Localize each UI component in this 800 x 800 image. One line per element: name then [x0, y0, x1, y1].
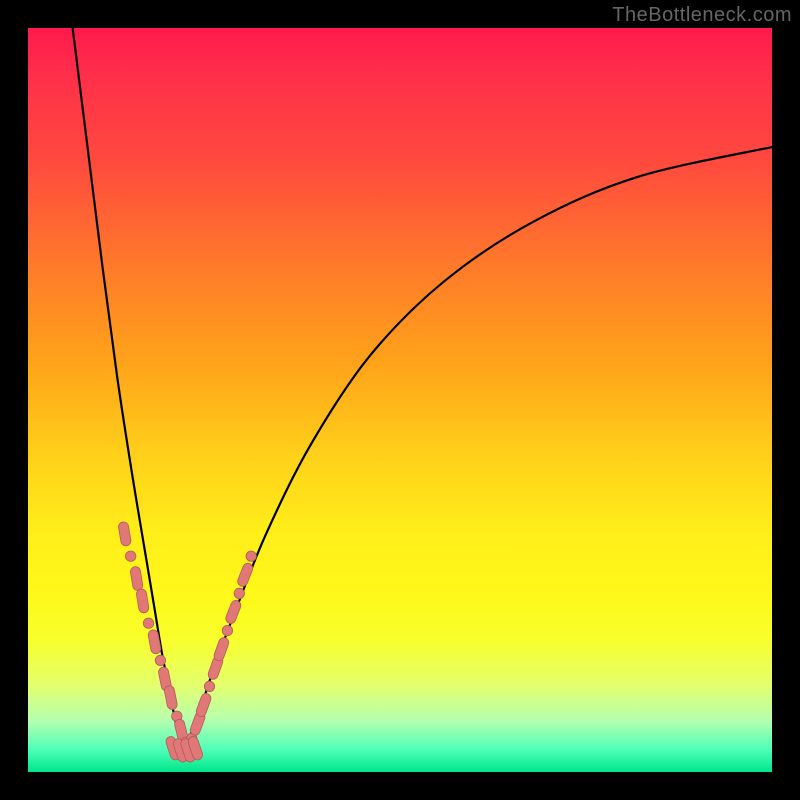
- bead-dot: [234, 588, 244, 598]
- beads-left-group: [118, 521, 191, 747]
- chart-frame: TheBottleneck.com: [0, 0, 800, 800]
- bead-dot: [204, 681, 214, 691]
- chart-svg: [28, 28, 772, 772]
- bead-pill: [236, 562, 254, 588]
- beads-bottom-group: [165, 735, 204, 763]
- bead-pill: [164, 685, 179, 710]
- left-curve: [73, 28, 185, 750]
- beads-right-group: [187, 551, 257, 744]
- watermark-text: TheBottleneck.com: [612, 4, 792, 27]
- bead-pill: [195, 692, 213, 718]
- bead-pill: [213, 636, 231, 662]
- bead-dot: [246, 551, 256, 561]
- bead-dot: [222, 625, 232, 635]
- bead-dot: [143, 618, 153, 628]
- bead-pill: [118, 521, 132, 546]
- left-curve-path: [73, 28, 185, 750]
- bead-pill: [130, 566, 144, 591]
- bead-dot: [155, 655, 165, 665]
- bead-pill: [136, 588, 150, 613]
- bead-dot: [126, 551, 136, 561]
- right-curve-path: [184, 147, 772, 750]
- right-curve: [184, 147, 772, 750]
- bead-pill: [224, 599, 242, 625]
